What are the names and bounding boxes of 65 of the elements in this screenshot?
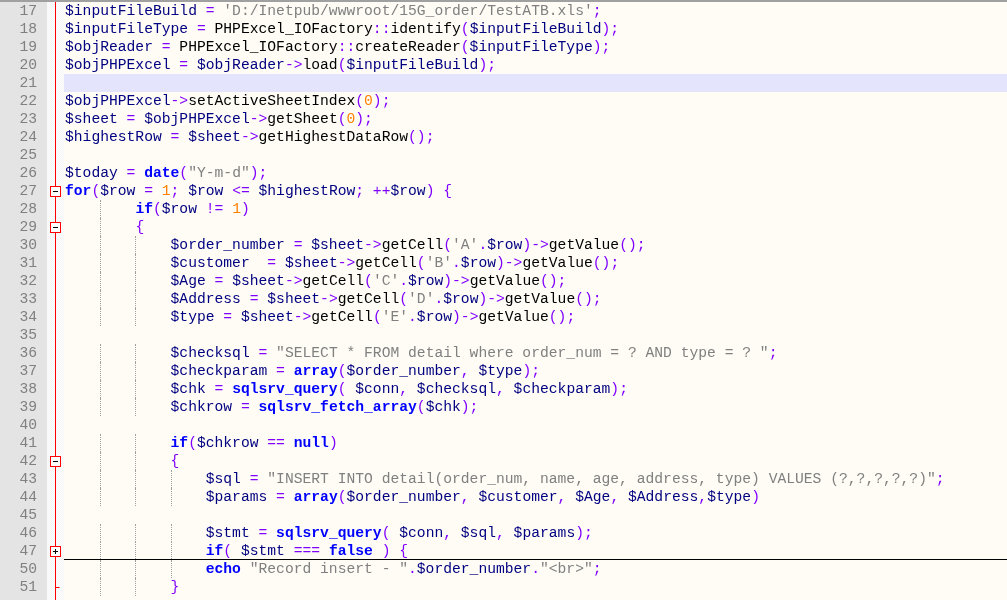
code-line: { — [64, 218, 1007, 236]
line-number: 38 — [18, 380, 38, 398]
line-number: 33 — [18, 290, 38, 308]
code-line: $order_number = $sheet->getCell('A'.$row)->getValue(); — [64, 236, 1007, 254]
code-line: if($chkrow == null) — [64, 434, 1007, 452]
line-number: 41 — [18, 434, 38, 452]
code-line: $type = $sheet->getCell('E'.$row)->getValue(); — [64, 308, 1007, 326]
code-line: $objPHPExcel->setActiveSheetIndex(0); — [64, 92, 392, 110]
code-line: $params = array($order_number, $customer, $Age, $Address,$type) — [64, 488, 1007, 506]
code-line: $objReader = PHPExcel_IOFactory::createReader($inputFileType); — [64, 38, 612, 56]
code-line: $highestRow = $sheet->getHighestDataRow(); — [64, 128, 436, 146]
code-line: $checkparam = array($order_number, $type); — [64, 362, 1007, 380]
code-line: $objPHPExcel = $objReader->load($inputFileBuild); — [64, 56, 497, 74]
fold-toggle-icon[interactable] — [50, 456, 61, 467]
code-line: $Address = $sheet->getCell('D'.$row)->getValue(); — [64, 290, 1007, 308]
line-number: 28 — [18, 200, 38, 218]
line-number: 46 — [18, 524, 38, 542]
line-number: 31 — [18, 254, 38, 272]
line-number: 39 — [18, 398, 38, 416]
line-number: 26 — [18, 164, 38, 182]
fold-toggle-icon[interactable] — [50, 546, 61, 557]
code-line: for($row = 1; $row <= $highestRow; ++$row) { — [64, 182, 454, 200]
code-line: $today = date("Y-m-d"); — [64, 164, 269, 182]
code-line: $sheet = $objPHPExcel->getSheet(0); — [64, 110, 374, 128]
line-number: 44 — [18, 488, 38, 506]
line-number: 23 — [18, 110, 38, 128]
code-line: $customer = $sheet->getCell('B'.$row)->getValue(); — [64, 254, 1007, 272]
line-number: 27 — [18, 182, 38, 200]
line-number: 19 — [18, 38, 38, 56]
line-number: 45 — [18, 506, 38, 524]
line-number: 40 — [18, 416, 38, 434]
code-line: $inputFileType = PHPExcel_IOFactory::identify($inputFileBuild); — [64, 20, 621, 38]
line-number: 17 — [18, 2, 38, 20]
code-line: $inputFileBuild = 'D:/Inetpub/wwwroot/15G_order/TestATB.xls'; — [64, 2, 603, 20]
code-line: $stmt = sqlsrv_query( $conn, $sql, $params); — [64, 524, 1007, 542]
code-line: $Age = $sheet->getCell('C'.$row)->getValue(); — [64, 272, 1007, 290]
line-number: 37 — [18, 362, 38, 380]
line-number: 24 — [18, 128, 38, 146]
line-number: 20 — [18, 56, 38, 74]
line-number: 18 — [18, 20, 38, 38]
line-number: 32 — [18, 272, 38, 290]
line-number: 34 — [18, 308, 38, 326]
code-line: if($row != 1) — [64, 200, 1007, 218]
code-line: $chk = sqlsrv_query( $conn, $checksql, $checkparam); — [64, 380, 1007, 398]
code-line: if( $stmt === false ) { — [64, 542, 1007, 560]
fold-toggle-icon[interactable] — [50, 186, 61, 197]
code-line: } — [64, 578, 1007, 596]
line-number: 21 — [18, 74, 38, 92]
line-number: 51 — [18, 578, 38, 596]
line-number: 47 — [18, 542, 38, 560]
line-number: 25 — [18, 146, 38, 164]
code-line: $sql = "INSERT INTO detail(order_num, name, age, address, type) VALUES (?,?,?,?,?)"; — [64, 470, 1007, 488]
line-number: 42 — [18, 452, 38, 470]
code-line: $checksql = "SELECT * FROM detail where order_num = ? AND type = ? "; — [64, 344, 1007, 362]
line-number: 29 — [18, 218, 38, 236]
line-number: 43 — [18, 470, 38, 488]
line-number: 36 — [18, 344, 38, 362]
line-number: 50 — [18, 560, 38, 578]
line-number: 30 — [18, 236, 38, 254]
code-line: { — [64, 452, 1007, 470]
line-number: 35 — [18, 326, 38, 344]
line-number: 22 — [18, 92, 38, 110]
fold-toggle-icon[interactable] — [50, 222, 61, 233]
code-line: $chkrow = sqlsrv_fetch_array($chk); — [64, 398, 1007, 416]
code-line: echo "Record insert - ".$order_number."<br>"; — [64, 560, 1007, 578]
